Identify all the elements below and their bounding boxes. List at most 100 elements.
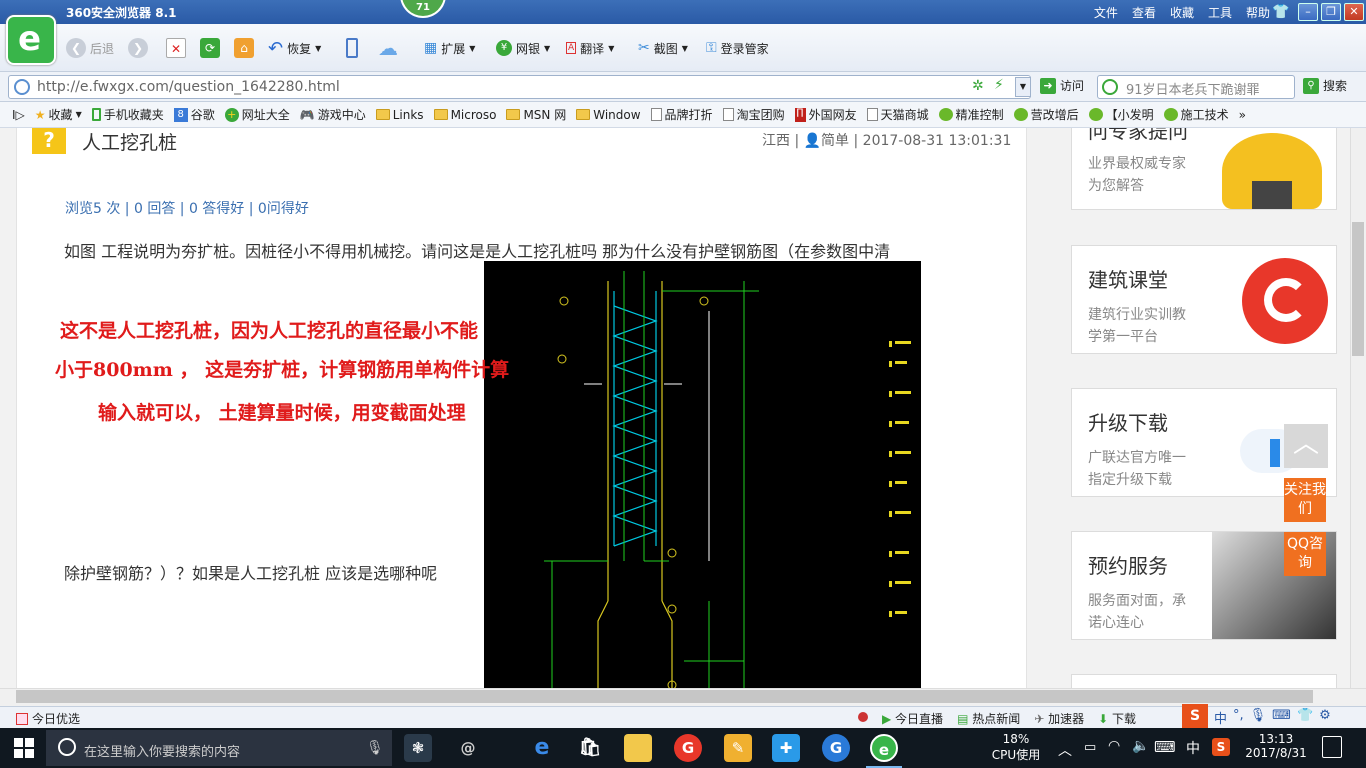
status-link-accelerator[interactable]: ✈ 加速器 (1034, 710, 1084, 727)
clock[interactable]: 13:13 2017/8/31 (1244, 732, 1308, 760)
menu-favorites[interactable]: 收藏 (1170, 4, 1194, 21)
bookmark-item[interactable]: 品牌打折 (650, 106, 713, 123)
taskview-icon[interactable]: ❃ (404, 734, 432, 762)
close-button[interactable]: ✕ (1344, 3, 1364, 21)
search-engine-icon[interactable] (1102, 79, 1118, 95)
health-icon[interactable] (858, 712, 868, 722)
question-body-line: 如图 工程说明为夯扩桩。因桩径小不得用机械挖。请问这是是人工挖孔桩吗 那为什么没… (64, 242, 891, 261)
tray-expand-icon[interactable]: ︿ (1058, 740, 1072, 760)
back-to-top-button[interactable]: ︿ (1284, 424, 1328, 468)
mobile-button[interactable] (346, 36, 358, 60)
follow-us-button[interactable]: 关注我们 (1284, 478, 1326, 522)
bookmark-item[interactable]: 手机收藏夹 (91, 106, 164, 123)
bookmark-item[interactable]: 天猫商城 (866, 106, 929, 123)
status-link-news[interactable]: ▤ 热点新闻 (957, 710, 1020, 727)
bookmark-item[interactable]: + 网址大全 (224, 106, 290, 123)
search-button[interactable]: ⚲ 搜索 (1303, 77, 1347, 94)
bookmark-item[interactable]: 施工技术 (1163, 106, 1229, 123)
vertical-scroll-thumb[interactable] (1352, 222, 1364, 356)
extend-button[interactable]: ▦ 扩展 ▼ (424, 36, 475, 60)
settings-icon[interactable]: ⚙ (1319, 708, 1331, 727)
sogou-tray-icon[interactable]: S (1212, 738, 1230, 756)
menu-help[interactable]: 帮助 (1246, 4, 1270, 21)
cloud-button[interactable]: ☁ (378, 36, 398, 60)
bookmark-item[interactable]: ★ 收藏 ▼ (35, 106, 82, 123)
address-url[interactable]: http://e.fwxgx.com/question_1642280.html (37, 79, 340, 95)
address-dropdown-icon[interactable]: ▼ (1015, 77, 1031, 97)
bookmark-item[interactable]: 8 谷歌 (173, 106, 215, 123)
menu-view[interactable]: 查看 (1132, 4, 1156, 21)
bookmark-item[interactable]: 淘宝团购 (722, 106, 785, 123)
file-explorer-icon[interactable] (624, 734, 652, 762)
notes-app-icon[interactable]: ✎ (724, 734, 752, 762)
bookmark-item[interactable]: MSN 网 (506, 106, 566, 123)
microphone-icon[interactable]: 🎙 (366, 740, 384, 756)
back-button[interactable]: ❮ 后退 (66, 36, 114, 60)
notification-center-icon[interactable] (1322, 736, 1342, 758)
bookmark-item[interactable]: 营改增后 (1013, 106, 1079, 123)
plus-app-icon[interactable]: ✚ (772, 734, 800, 762)
menu-file[interactable]: 文件 (1094, 4, 1118, 21)
skin-icon[interactable]: 👕 (1272, 4, 1290, 20)
speed-mode-icon[interactable]: ⚡ (994, 77, 1004, 93)
netbank-button[interactable]: ¥ 网银 ▼ (496, 36, 550, 60)
sidebar-card-title: 预约服务 (1088, 554, 1168, 578)
battery-icon[interactable]: ▭ (1084, 740, 1096, 755)
bookmark-item[interactable]: ∏ 外国网友 (794, 106, 857, 123)
bookmark-item[interactable]: Window (576, 108, 641, 122)
glodon-blue-app-icon[interactable]: G (822, 734, 850, 762)
wifi-icon[interactable]: ◠ (1108, 738, 1120, 754)
visit-button[interactable]: ➜ 访问 (1040, 77, 1084, 94)
minimize-button[interactable]: – (1298, 3, 1318, 21)
bookmark-item[interactable]: Links (375, 108, 424, 122)
glodon-app-icon[interactable]: G (674, 734, 702, 762)
bookmark-item[interactable]: 【小发明 (1088, 106, 1154, 123)
ime-indicator[interactable]: 中 (1186, 738, 1200, 758)
refresh-button[interactable]: ⟳ (200, 36, 220, 60)
question-icon: ? (32, 128, 66, 154)
keyboard-icon[interactable]: ⌨ (1272, 708, 1291, 727)
sidebar-card-more[interactable] (1071, 674, 1337, 688)
translate-button[interactable]: A 翻译 ▼ (566, 36, 614, 60)
login-manager-button[interactable]: ⚿ 登录管家 (706, 36, 769, 60)
store-icon[interactable]: 🛍 (576, 734, 604, 762)
bookmark-item[interactable]: 🎮 游戏中心 (300, 106, 366, 123)
status-link-download[interactable]: ⬇ 下载 (1098, 710, 1136, 727)
sogou-ime-icon[interactable]: S (1182, 704, 1208, 728)
edge-browser-icon[interactable]: e (528, 734, 556, 762)
dropdown-caret-icon: ▼ (469, 43, 476, 53)
visit-label: 访问 (1060, 79, 1085, 93)
swirl-app-icon[interactable]: @ (454, 734, 482, 762)
maximize-button[interactable]: ❐ (1321, 3, 1341, 21)
cpu-usage-indicator[interactable]: 18% CPU使用 (990, 732, 1042, 763)
bookmarks-toggle-icon[interactable]: I▷ (12, 108, 25, 122)
home-button[interactable]: ⌂ (234, 36, 254, 60)
restore-button[interactable]: ↶ 恢复 ▼ (268, 36, 321, 60)
status-link-live[interactable]: ▶ 今日直播 (882, 710, 943, 727)
cad-drawing-image[interactable] (484, 261, 921, 688)
microphone-icon[interactable]: 🎙 (1250, 708, 1267, 727)
ime-mode-label[interactable]: 中 (1214, 708, 1227, 727)
punctuation-icon[interactable]: °, (1233, 708, 1244, 727)
windows-start-icon[interactable] (14, 738, 34, 758)
horizontal-scroll-thumb[interactable] (16, 690, 1313, 703)
stop-button[interactable]: ✕ (166, 36, 186, 60)
vertical-scrollbar[interactable] (1350, 128, 1366, 688)
volume-icon[interactable]: 🔈 (1132, 738, 1149, 754)
keyboard-icon[interactable]: ⌨ (1154, 738, 1176, 756)
download-icon: ⬇ (1098, 712, 1112, 726)
sidebar-card-ask-expert[interactable]: 问专家提问 业界最权威专家 为您解答 (1071, 128, 1337, 210)
today-picks-button[interactable]: 今日优选 (16, 710, 80, 727)
bookmark-item[interactable]: Microso (433, 108, 496, 122)
sidebar-card-course[interactable]: 建筑课堂 建筑行业实训教 学第一平台 (1071, 245, 1337, 354)
key-icon: ⚿ (706, 40, 717, 56)
bookmark-item[interactable]: 精准控制 (938, 106, 1004, 123)
qq-consult-button[interactable]: QQ咨询 (1284, 532, 1326, 576)
menu-tools[interactable]: 工具 (1208, 4, 1232, 21)
forward-button[interactable]: ❯ (128, 36, 148, 60)
360-browser-taskbar-icon[interactable]: e (870, 734, 898, 762)
screenshot-button[interactable]: ✂ 截图 ▼ (638, 36, 688, 60)
chat-icon (1013, 108, 1028, 121)
more-bookmarks-icon[interactable]: » (1239, 108, 1246, 122)
skin-icon[interactable]: 👕 (1297, 708, 1313, 727)
